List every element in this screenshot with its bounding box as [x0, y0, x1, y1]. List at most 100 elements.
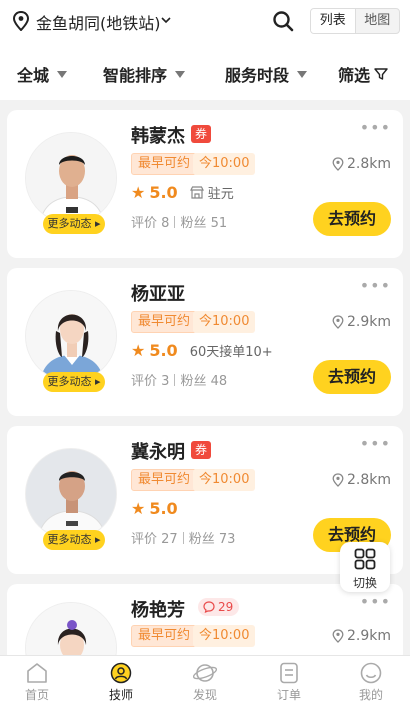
star-icon: ★ [131, 183, 146, 202]
more-updates-button[interactable]: 更多动态 ▸ [43, 214, 105, 234]
earliest-time: 今10:00 [193, 153, 256, 175]
filter-area-label: 全城 [17, 66, 50, 85]
reviews-label: 评价 [131, 374, 158, 389]
nav-orders[interactable]: 订单 [264, 662, 314, 703]
technician-card[interactable]: 更多动态 ▸ 韩蒙杰 券 ••• 最早可约 今10:00 2.8km ★ 5.0… [7, 110, 403, 258]
nav-technician[interactable]: 技师 [96, 662, 146, 703]
fans-label: 粉丝 [188, 532, 215, 547]
distance-value: 2.9km [346, 314, 391, 330]
rating-score: 5.0 [149, 183, 178, 202]
home-icon [27, 663, 47, 683]
map-view-tab[interactable]: 地图 [356, 9, 400, 33]
stats: 评价 3 粉丝 48 [131, 370, 227, 389]
nav-home-label: 首页 [24, 688, 49, 702]
coupon-badge: 券 [191, 441, 211, 459]
filter-more[interactable]: 筛选 [338, 62, 388, 86]
fans-label: 粉丝 [180, 374, 207, 389]
more-options-icon[interactable]: ••• [360, 434, 391, 453]
filter-sort-label: 智能排序 [103, 66, 168, 85]
bottom-nav: 首页 技师 发现 订单 我的 [0, 655, 410, 707]
technician-icon [110, 662, 132, 684]
earliest-label: 最早可约 [131, 625, 198, 647]
resident-info: 驻元 [189, 183, 234, 202]
reviews-label: 评价 [131, 216, 158, 231]
technician-name: 杨艳芳 [131, 600, 185, 621]
rating-score: 5.0 [149, 499, 178, 518]
rating: ★ 5.0 驻元 [131, 183, 234, 202]
technician-name: 韩蒙杰 [131, 126, 185, 147]
distance-value: 2.9km [346, 628, 391, 644]
technician-avatar[interactable] [25, 290, 117, 382]
book-button[interactable]: 去预约 [313, 202, 391, 236]
location-pin-icon [12, 11, 30, 31]
rating: ★ 5.0 [131, 499, 178, 518]
earliest-label: 最早可约 [131, 311, 198, 333]
view-toggle: 列表 地图 [310, 8, 400, 34]
reviews-count: 8 [161, 216, 170, 231]
nav-profile[interactable]: 我的 [346, 662, 396, 703]
filter-funnel-icon [374, 68, 388, 80]
nav-home[interactable]: 首页 [12, 662, 62, 703]
technician-name: 杨亚亚 [131, 284, 185, 305]
fans-label: 粉丝 [180, 216, 207, 231]
more-updates-button[interactable]: 更多动态 ▸ [43, 372, 105, 392]
earliest-label: 最早可约 [131, 469, 198, 491]
fans-count: 51 [210, 216, 228, 231]
filter-time[interactable]: 服务时段 [225, 62, 308, 86]
technician-avatar[interactable] [25, 448, 117, 540]
nav-profile-label: 我的 [358, 688, 383, 702]
more-options-icon[interactable]: ••• [360, 118, 391, 137]
list-view-tab[interactable]: 列表 [311, 9, 356, 33]
dropdown-triangle-icon [175, 70, 186, 78]
message-badge: 29 [198, 598, 240, 616]
technician-card[interactable]: 更多动态 ▸ 杨亚亚 ••• 最早可约 今10:00 2.9km ★ 5.0 6… [7, 268, 403, 416]
shop-icon [189, 186, 204, 199]
chevron-down-icon[interactable] [160, 14, 172, 26]
dropdown-triangle-icon [297, 70, 308, 78]
location-pin-icon [332, 157, 344, 171]
distance-value: 2.8km [346, 472, 391, 488]
technician-photo [26, 291, 116, 381]
more-options-icon[interactable]: ••• [360, 592, 391, 611]
rating: ★ 5.0 60天接单10+ [131, 341, 273, 360]
book-button[interactable]: 去预约 [313, 360, 391, 394]
switch-label: 切换 [352, 576, 377, 590]
switch-layout-button[interactable]: 切换 [340, 542, 390, 592]
chat-bubble-icon [203, 601, 215, 613]
distance: 2.9km [332, 314, 391, 330]
more-updates-button[interactable]: 更多动态 ▸ [43, 530, 105, 550]
star-icon: ★ [131, 499, 146, 518]
filter-more-label: 筛选 [338, 66, 371, 85]
nav-discover[interactable]: 发现 [180, 662, 230, 703]
distance: 2.9km [332, 628, 391, 644]
more-options-icon[interactable]: ••• [360, 276, 391, 295]
technician-photo [26, 449, 116, 539]
rating-score: 5.0 [149, 341, 178, 360]
star-icon: ★ [131, 341, 146, 360]
orders-text: 60天接单10+ [189, 345, 273, 360]
technician-card[interactable]: 杨艳芳 29 ••• 最早可约 今10:00 2.9km [7, 584, 403, 694]
filter-bar: 全城 智能排序 服务时段 筛选 [0, 42, 410, 100]
stats: 评价 8 粉丝 51 [131, 212, 227, 231]
search-icon[interactable] [272, 10, 294, 32]
distance-value: 2.8km [346, 156, 391, 172]
technician-name: 冀永明 [131, 442, 185, 463]
location-pin-icon [332, 473, 344, 487]
earliest-time: 今10:00 [193, 625, 256, 647]
filter-sort[interactable]: 智能排序 [103, 62, 186, 86]
profile-icon [360, 662, 382, 684]
location-pin-icon [332, 315, 344, 329]
fans-count: 48 [210, 374, 228, 389]
orders-info: 60天接单10+ [190, 341, 273, 360]
reviews-label: 评价 [131, 532, 158, 547]
filter-time-label: 服务时段 [225, 66, 290, 85]
reviews-count: 27 [161, 532, 178, 547]
location-selector[interactable]: 金鱼胡同(地铁站) [36, 10, 161, 34]
distance: 2.8km [332, 472, 391, 488]
order-icon [280, 662, 298, 684]
technician-avatar[interactable] [25, 132, 117, 224]
discover-icon [193, 664, 217, 682]
earliest-time: 今10:00 [193, 311, 256, 333]
location-pin-icon [332, 629, 344, 643]
filter-area[interactable]: 全城 [17, 62, 68, 86]
